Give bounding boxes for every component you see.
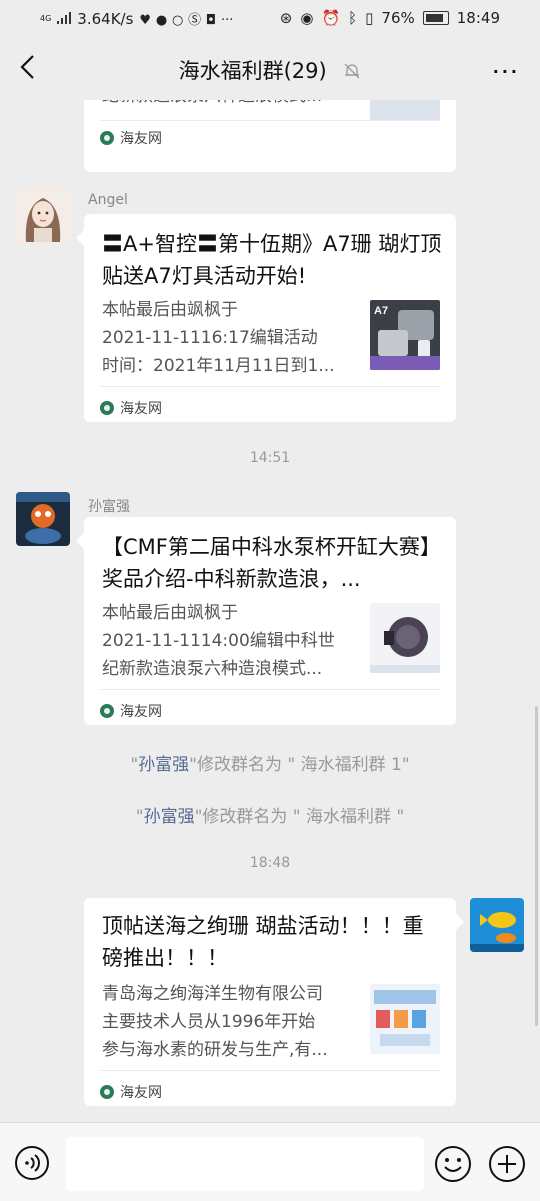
- more-options-icon[interactable]: ···: [493, 62, 520, 81]
- link-card-title: 〓A+智控〓第十伍期》A7珊 瑚灯顶贴送A7灯具活动开始!: [102, 232, 442, 288]
- source-label: 海友网: [120, 401, 162, 417]
- link-card-title: 顶帖送海之绚珊 瑚盐活动！！！重磅推出！！！: [102, 914, 424, 970]
- link-card-thumbnail: [370, 984, 440, 1054]
- heart-app-icon: ♥: [139, 13, 152, 28]
- link-card[interactable]: 【CMF第二届中科水泵杯开缸大赛】奖品介绍-中科新款造浪，... 本帖最后由飒枫…: [76, 517, 456, 725]
- more-notifications-icon: ···: [220, 13, 234, 28]
- voice-input-icon[interactable]: [14, 1145, 50, 1181]
- system-text: "修改群名为 " 海水福利群 ": [194, 807, 405, 827]
- system-text: ": [130, 755, 139, 775]
- eye-icon: ◉: [300, 9, 314, 27]
- s-app-icon: Ⓢ: [188, 13, 202, 28]
- chat-header: 海水福利群(29) ···: [0, 38, 540, 100]
- network-speed: 3.64K/s: [77, 9, 134, 28]
- chat-messages[interactable]: 纪新款造浪泵六种造浪模式... 海友网 Angel 〓A+智控〓第十伍期》A7珊…: [0, 100, 540, 1122]
- status-bar: 4G 3.64K/s ♥ ● ○ Ⓢ ◘ ··· ⊛ ◉ ⏰ ᛒ ▯ 76% 1…: [0, 0, 540, 38]
- shield-app-icon: ◘: [205, 13, 217, 28]
- divider: [100, 120, 440, 121]
- alarm-icon: ⏰: [321, 9, 341, 27]
- link-card-desc-line: 青岛海之绚海洋生物有限公司: [102, 984, 323, 1004]
- scrollbar[interactable]: [535, 706, 538, 1026]
- system-text: "修改群名为 " 海水福利群 1": [189, 755, 410, 775]
- source-logo-icon: [100, 704, 114, 718]
- link-card-desc-line: 主要技术人员从1996年开始: [102, 1012, 316, 1032]
- link-card-desc-line: 纪新款造浪泵六种造浪模式...: [102, 659, 323, 679]
- signal-icon: [57, 10, 72, 28]
- avatar[interactable]: [470, 898, 524, 952]
- link-card[interactable]: 纪新款造浪泵六种造浪模式... 海友网: [84, 100, 456, 172]
- link-card-desc-line: 2021-11-1116:17编辑活动: [102, 328, 318, 348]
- link-card-source: 海友网: [100, 398, 162, 418]
- link-card[interactable]: 〓A+智控〓第十伍期》A7珊 瑚灯顶贴送A7灯具活动开始! 本帖最后由飒枫于 2…: [76, 214, 456, 422]
- avatar[interactable]: [16, 492, 70, 546]
- link-card-title: 【CMF第二届中科水泵杯开缸大赛】奖品介绍-中科新款造浪，...: [102, 535, 441, 591]
- source-label: 海友网: [120, 704, 162, 720]
- message-input[interactable]: [66, 1137, 424, 1191]
- system-message: "孙富强"修改群名为 " 海水福利群 1": [0, 750, 540, 775]
- link-card-desc-line: 本帖最后由飒枫于: [102, 300, 238, 320]
- link-card-source: 海友网: [100, 1082, 162, 1102]
- ring-app-icon: ○: [171, 13, 184, 28]
- link-card[interactable]: 顶帖送海之绚珊 瑚盐活动！！！重磅推出！！！ 青岛海之绚海洋生物有限公司 主要技…: [84, 898, 464, 1106]
- battery-percent: 76%: [381, 9, 415, 27]
- clock: 18:49: [456, 9, 500, 27]
- timestamp: 14:51: [249, 450, 291, 466]
- source-logo-icon: [100, 1085, 114, 1099]
- bluetooth-icon: ᛒ: [348, 9, 358, 27]
- link-card-desc-line: 本帖最后由飒枫于: [102, 603, 238, 623]
- source-logo-icon: [100, 131, 114, 145]
- sender-name: 孙富强: [88, 499, 130, 515]
- link-card-desc-line: 2021-11-1114:00编辑中科世: [102, 631, 335, 651]
- emoji-icon[interactable]: [434, 1145, 472, 1183]
- source-logo-icon: [100, 401, 114, 415]
- network-indicator: 4G: [40, 13, 52, 23]
- mute-bell-icon: [344, 63, 360, 79]
- notification-icons: ♥ ● ○ Ⓢ ◘ ···: [139, 9, 233, 28]
- nfc-icon: ⊛: [279, 9, 293, 27]
- input-bar: [0, 1122, 540, 1201]
- divider: [100, 386, 440, 387]
- source-label: 海友网: [120, 131, 162, 147]
- link-card-desc-line: 时间：2021年11月11日到1...: [102, 356, 335, 376]
- system-text: ": [135, 807, 144, 827]
- link-card-thumbnail: [370, 100, 440, 120]
- chat-title-wrap: 海水福利群(29): [0, 55, 540, 85]
- plus-icon[interactable]: [488, 1145, 526, 1183]
- avatar[interactable]: [16, 188, 70, 242]
- source-label: 海友网: [120, 1085, 162, 1101]
- link-card-thumbnail: A7: [370, 300, 440, 370]
- divider: [100, 689, 440, 690]
- link-card-desc: 纪新款造浪泵六种造浪模式...: [102, 100, 360, 110]
- sender-name: Angel: [88, 192, 128, 208]
- member-link[interactable]: 孙富强: [138, 755, 189, 775]
- divider: [100, 1070, 440, 1071]
- link-card-thumbnail: [370, 603, 440, 673]
- link-card-source: 海友网: [100, 128, 162, 148]
- chat-title: 海水福利群(29): [178, 59, 327, 83]
- system-message: "孙富强"修改群名为 " 海水福利群 ": [0, 802, 540, 827]
- chat-app-icon: ●: [155, 13, 168, 28]
- link-card-desc-line: 参与海水素的研发与生产,有...: [102, 1040, 328, 1060]
- thumbnail-label: A7: [374, 305, 388, 317]
- member-link[interactable]: 孙富强: [144, 807, 195, 827]
- vibrate-icon: ▯: [365, 9, 374, 27]
- battery-icon: [422, 11, 449, 25]
- timestamp: 18:48: [249, 855, 291, 871]
- link-card-source: 海友网: [100, 701, 162, 721]
